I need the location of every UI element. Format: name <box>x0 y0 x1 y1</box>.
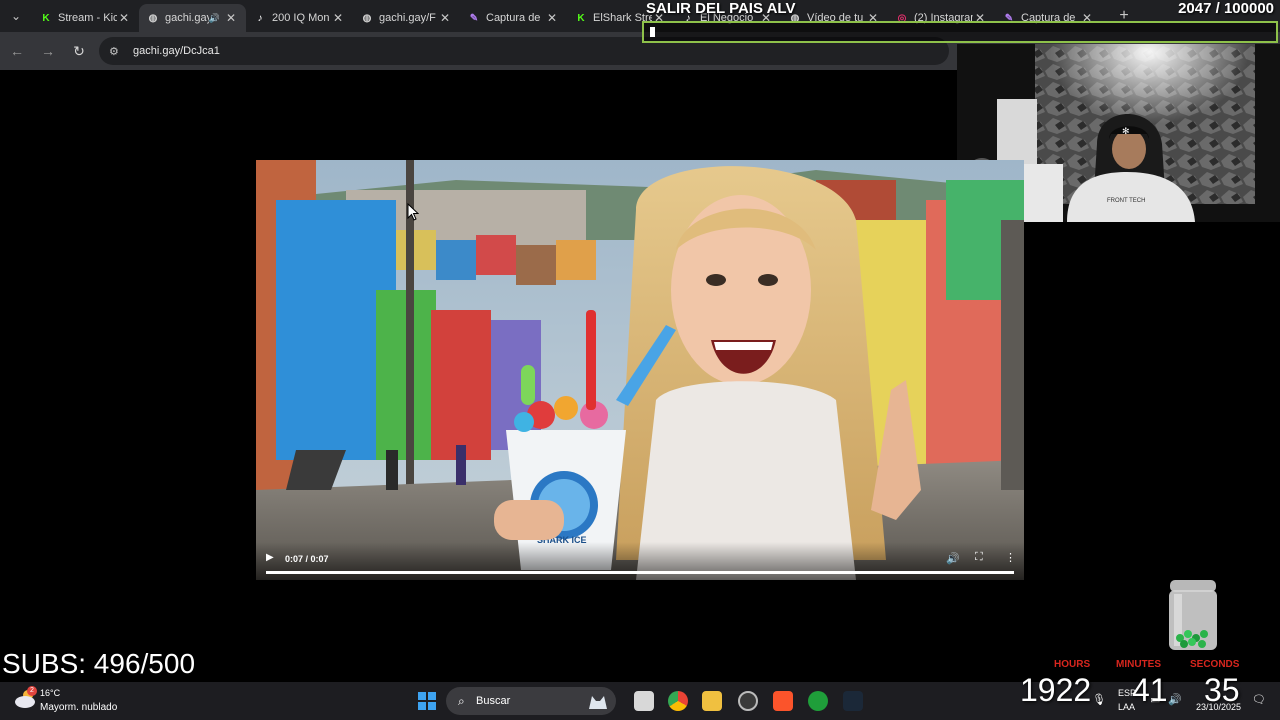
tab-title: gachi.gay/F <box>379 12 436 24</box>
obs-icon[interactable] <box>738 691 758 711</box>
tab-gachi-2[interactable]: ◍ gachi.gay/F ✕ <box>353 4 460 32</box>
pen-icon: ✎ <box>469 12 479 24</box>
minutes-value: 41 <box>1132 672 1168 708</box>
subs-counter: SUBS: 496/500 <box>2 648 196 679</box>
chrome-icon[interactable] <box>668 691 688 711</box>
tab-captura-1[interactable]: ✎ Captura de ✕ <box>460 4 567 32</box>
taskbar-search-label: Buscar <box>476 695 511 707</box>
hours-value: 1922 <box>1020 672 1092 708</box>
tab-gachi-active[interactable]: ◍ gachi.gay 🔊 ✕ <box>139 4 246 32</box>
tab-search-button[interactable]: ⌄ <box>0 0 32 32</box>
svg-text:FRONT TECH: FRONT TECH <box>1107 198 1145 204</box>
goal-bar-fill <box>650 27 655 37</box>
mic-icon[interactable]: 🎙 <box>1092 693 1106 706</box>
arrow-left-icon: ← <box>10 43 24 59</box>
address-text: gachi.gay/DcJca1 <box>133 45 220 57</box>
screen: ⌄ K Stream - Kick ✕ ◍ gachi.gay 🔊 ✕ ♪ 20… <box>0 0 1280 720</box>
tab-stream-kick[interactable]: K Stream - Kick ✕ <box>32 4 139 32</box>
reload-button[interactable]: ↻ <box>65 37 93 65</box>
goal-current: 2047 <box>1178 0 1212 17</box>
volume-icon[interactable]: 🔊 <box>1168 693 1182 706</box>
tab-title: gachi.gay <box>165 12 209 24</box>
donation-goal-title: SALIR DEL PAIS ALV <box>646 0 796 17</box>
tab-title: Captura de <box>486 12 541 24</box>
hours-label: HOURS <box>1054 659 1091 670</box>
play-icon[interactable]: ▶ <box>266 552 274 563</box>
donation-goal-count: 2047 / 100000 <box>1178 0 1274 17</box>
notification-icon[interactable]: 🗨 <box>1252 693 1266 706</box>
close-icon[interactable]: ✕ <box>438 11 452 25</box>
video-progress-fill <box>266 571 1014 574</box>
close-icon[interactable]: ✕ <box>117 11 131 25</box>
arrow-right-icon: → <box>41 43 55 59</box>
weather-description[interactable]: Mayorm. nublado <box>40 702 117 713</box>
site-settings-icon[interactable]: ⚙ <box>109 45 125 58</box>
reload-icon: ↻ <box>73 42 85 59</box>
globe-icon: ◍ <box>148 12 158 24</box>
weather-badge: 2 <box>27 686 37 696</box>
svg-text:✻: ✻ <box>1122 126 1130 136</box>
close-icon[interactable]: ✕ <box>545 11 559 25</box>
task-view-icon[interactable] <box>634 691 654 711</box>
forward-button[interactable]: → <box>34 37 62 65</box>
video-frame: SHARK ICE <box>256 160 1024 580</box>
video-player[interactable]: SHARK ICE ▶ 0:07 / 0:07 🔊 ⛶ ⋮ <box>256 160 1024 580</box>
cat-icon <box>589 696 607 709</box>
seconds-value: 35 <box>1204 672 1240 708</box>
volume-icon[interactable]: 🔊 <box>946 552 960 565</box>
weather-temperature[interactable]: 16°C <box>40 688 60 698</box>
tab-title: Stream - Kick <box>58 12 117 24</box>
back-button[interactable]: ← <box>3 37 31 65</box>
brave-icon[interactable] <box>773 691 793 711</box>
goal-target: / 100000 <box>1215 0 1274 17</box>
seconds-label: SECONDS <box>1190 659 1240 670</box>
tiktok-icon: ♪ <box>257 12 263 24</box>
tab-tiktok[interactable]: ♪ 200 IQ Mon ✕ <box>246 4 353 32</box>
video-controls: ▶ 0:07 / 0:07 🔊 ⛶ ⋮ <box>256 542 1024 580</box>
windows-start-icon[interactable] <box>418 692 436 710</box>
tab-title: 200 IQ Mon <box>272 12 330 24</box>
mouse-cursor-icon <box>407 203 419 221</box>
donation-goal-bar <box>642 21 1278 43</box>
video-progress-bar[interactable] <box>266 571 1014 574</box>
speaker-icon[interactable]: 🔊 <box>209 13 220 24</box>
tip-jar-icon <box>1169 580 1217 650</box>
close-icon[interactable]: ✕ <box>224 11 238 25</box>
chevron-down-icon: ⌄ <box>10 9 22 23</box>
close-icon[interactable]: ✕ <box>331 11 345 25</box>
kick-icon: K <box>577 12 585 24</box>
minutes-label: MINUTES <box>1116 659 1161 670</box>
taskbar-search[interactable]: ⌕ Buscar <box>446 687 616 715</box>
fullscreen-icon[interactable]: ⛶ <box>975 551 983 564</box>
steam-icon[interactable] <box>843 691 863 711</box>
xbox-icon[interactable] <box>808 691 828 711</box>
search-icon: ⌕ <box>458 694 465 708</box>
globe-icon: ◍ <box>362 12 372 24</box>
more-options-icon[interactable]: ⋮ <box>1005 551 1016 564</box>
video-time: 0:07 / 0:07 <box>285 554 329 564</box>
folder-icon[interactable] <box>702 691 722 711</box>
kick-icon: K <box>42 12 50 24</box>
